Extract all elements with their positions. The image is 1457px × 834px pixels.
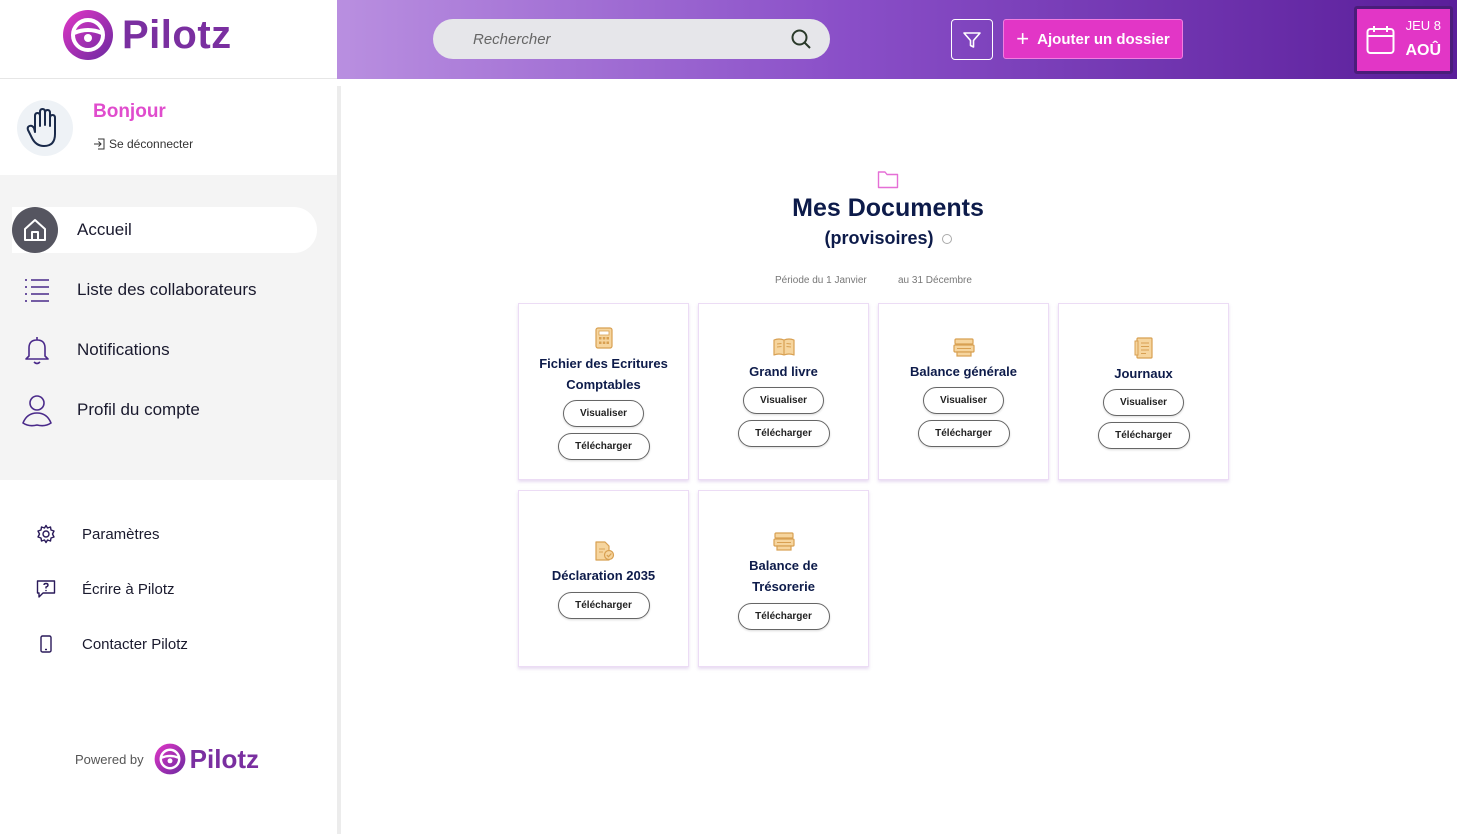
book-icon <box>772 338 795 356</box>
logout-link[interactable]: Se déconnecter <box>93 137 193 151</box>
waving-hand-icon <box>26 108 56 147</box>
view-button[interactable]: Visualiser <box>923 387 1004 414</box>
greeting: Bonjour <box>93 101 166 122</box>
document-card-fec: Fichier des Ecritures Comptables Visualis… <box>518 303 689 480</box>
nav-label-profil: Profil du compte <box>77 400 200 419</box>
logo-area: Pilotz <box>0 0 337 79</box>
view-button[interactable]: Visualiser <box>743 387 824 414</box>
nav-item-accueil[interactable]: Accueil <box>12 207 317 253</box>
search-bar <box>433 19 830 59</box>
logout-label: Se déconnecter <box>109 137 194 151</box>
user-icon <box>14 387 60 433</box>
sidebar-item-parametres[interactable]: Paramètres <box>36 524 160 544</box>
download-button[interactable]: Télécharger <box>557 592 650 619</box>
main-nav: Accueil Liste des collaborateurs Notific… <box>0 175 337 480</box>
period-to: au 31 Décembre <box>898 275 972 286</box>
document-card-declaration-2035: Déclaration 2035 Télécharger <box>518 490 689 667</box>
gear-icon <box>37 524 55 544</box>
card-title: Grand livre <box>749 364 818 379</box>
sidebar-item-contacter[interactable]: Contacter Pilotz <box>36 634 188 654</box>
card-title-line-2: Comptables <box>566 377 641 392</box>
avatar <box>17 100 73 156</box>
download-button[interactable]: Télécharger <box>737 420 830 447</box>
download-button[interactable]: Télécharger <box>1097 422 1190 449</box>
page-subtitle: (provisoires) <box>700 228 1076 249</box>
sidebar-label-ecrire: Écrire à Pilotz <box>82 580 175 598</box>
card-title: Fichier des Ecritures Comptables <box>539 353 668 395</box>
cash-register-icon <box>952 338 975 357</box>
pilotz-logo[interactable]: Pilotz <box>62 9 232 61</box>
sidebar: Bonjour Se déconnecter Accueil Liste des… <box>0 79 337 834</box>
phone-icon <box>40 635 52 653</box>
document-card-grand-livre: Grand livre Visualiser Télécharger <box>698 303 869 480</box>
card-title-line-1: Balance de <box>749 558 818 573</box>
date-month: AOÛ <box>1405 42 1441 59</box>
cash-register-icon <box>772 532 795 551</box>
nav-item-profil[interactable]: Profil du compte <box>0 387 318 433</box>
steering-wheel-logo-icon <box>63 10 113 60</box>
document-check-icon <box>594 541 614 561</box>
info-icon[interactable] <box>941 234 952 245</box>
sidebar-divider <box>337 86 341 834</box>
nav-label-notifications: Notifications <box>77 340 170 359</box>
card-title: Journaux <box>1114 366 1173 381</box>
view-button[interactable]: Visualiser <box>1103 389 1184 416</box>
powered-by: Powered by Pilotz <box>75 743 259 775</box>
card-title: Balance de Trésorerie <box>749 555 818 597</box>
document-card-balance-tresorerie: Balance de Trésorerie Télécharger <box>698 490 869 667</box>
card-title-line-2: Trésorerie <box>752 579 815 594</box>
calendar-icon <box>1366 26 1395 54</box>
search-input[interactable] <box>473 30 790 48</box>
help-chat-icon <box>36 580 56 598</box>
card-title: Déclaration 2035 <box>551 568 656 583</box>
steering-wheel-logo-icon <box>154 743 186 775</box>
date-day: JEU 8 <box>1405 18 1441 33</box>
date-widget[interactable]: JEU 8 AOÛ <box>1354 6 1453 74</box>
sidebar-label-parametres: Paramètres <box>82 525 160 543</box>
powered-by-brand: Pilotz <box>189 743 259 774</box>
nav-item-collaborateurs[interactable]: Liste des collaborateurs <box>0 267 318 313</box>
document-card-balance-generale: Balance générale Visualiser Télécharger <box>878 303 1049 480</box>
add-folder-label: Ajouter un dossier <box>1037 30 1170 48</box>
nav-item-notifications[interactable]: Notifications <box>0 327 318 373</box>
bell-icon <box>14 327 60 373</box>
download-button[interactable]: Télécharger <box>917 420 1010 447</box>
download-button[interactable]: Télécharger <box>557 433 650 460</box>
filter-icon <box>963 31 981 48</box>
journal-icon <box>1134 337 1153 359</box>
logout-icon <box>94 138 105 150</box>
sidebar-item-ecrire[interactable]: Écrire à Pilotz <box>36 579 175 599</box>
page-subtitle-text: (provisoires) <box>824 228 934 248</box>
folder-icon <box>877 171 899 189</box>
logo-text: Pilotz <box>122 12 232 57</box>
download-button[interactable]: Télécharger <box>737 603 830 630</box>
page-title: Mes Documents <box>792 194 984 222</box>
nav-label-accueil: Accueil <box>77 220 132 239</box>
add-folder-button[interactable]: + Ajouter un dossier <box>1003 19 1183 59</box>
period-from: Période du 1 Janvier <box>775 275 867 286</box>
calculator-icon <box>594 327 613 349</box>
plus-icon: + <box>1016 26 1030 51</box>
user-panel: Bonjour Se déconnecter <box>0 79 337 175</box>
top-bar: + Ajouter un dossier JEU 8 AOÛ <box>337 0 1457 79</box>
powered-by-label: Powered by <box>75 751 144 767</box>
home-icon <box>12 207 58 253</box>
card-title-line-1: Fichier des Ecritures <box>539 356 668 371</box>
nav-label-collaborateurs: Liste des collaborateurs <box>77 280 257 299</box>
list-icon <box>14 267 60 313</box>
search-icon[interactable] <box>790 28 812 50</box>
view-button[interactable]: Visualiser <box>563 400 644 427</box>
document-card-journaux: Journaux Visualiser Télécharger <box>1058 303 1229 480</box>
sidebar-label-contacter: Contacter Pilotz <box>82 635 188 653</box>
card-title: Balance générale <box>910 364 1017 379</box>
filter-button[interactable] <box>951 19 993 60</box>
